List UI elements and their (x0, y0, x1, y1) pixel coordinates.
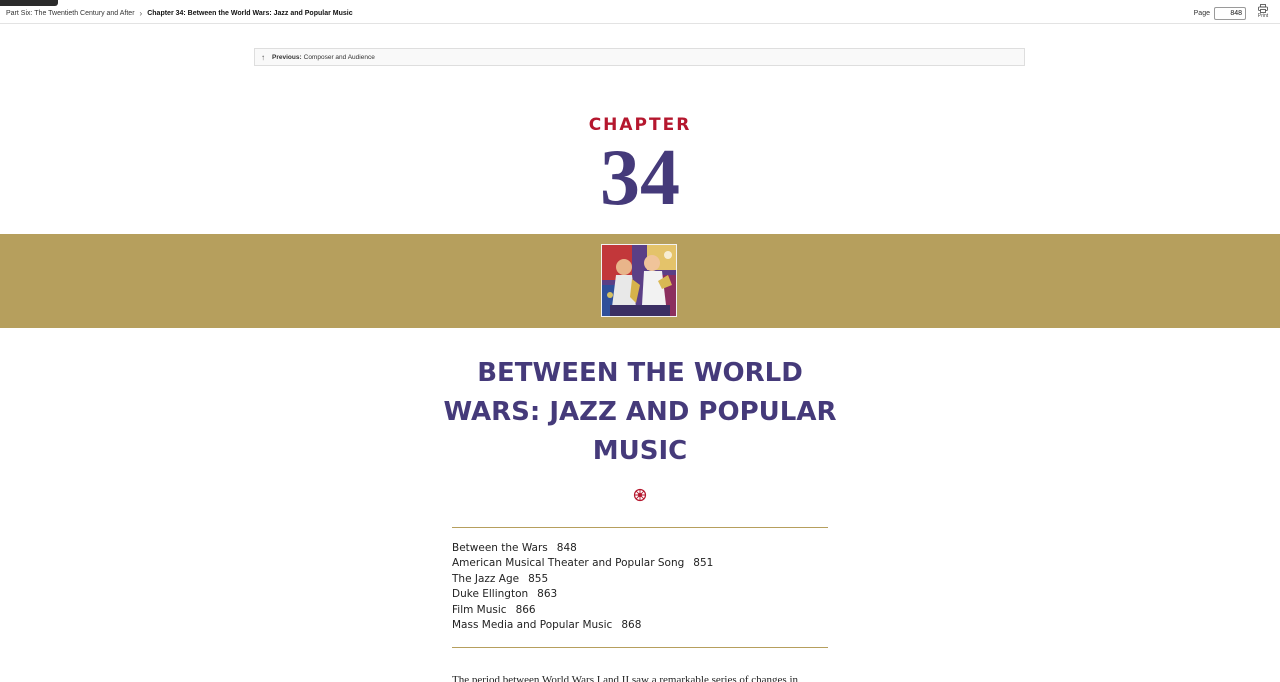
breadcrumb-separator: › (139, 9, 143, 18)
breadcrumb-current-chapter: Chapter 34: Between the World Wars: Jazz… (147, 10, 353, 17)
page-label: Page (1193, 9, 1210, 17)
previous-section-link[interactable]: ↑ Previous: Composer and Audience (254, 48, 1025, 66)
toc-item[interactable]: American Musical Theater and Popular Son… (452, 556, 832, 571)
breadcrumb-part-link[interactable]: Part Six: The Twentieth Century and Afte… (6, 8, 135, 20)
body-paragraph: The period between World Wars I and II s… (452, 674, 799, 682)
toc-item-title: The Jazz Age (452, 572, 520, 585)
toc-item[interactable]: Mass Media and Popular Music 868 (452, 618, 832, 633)
toc-item-page: 868 (621, 619, 642, 632)
previous-label: Previous: (272, 53, 302, 61)
chapter-title: BETWEEN THE WORLD WARS: JAZZ AND POPULAR… (443, 358, 837, 466)
toc-item-title: Between the Wars (452, 542, 548, 554)
print-button[interactable]: Print (1254, 4, 1272, 22)
divider-bottom (452, 647, 828, 648)
toc-item[interactable]: Duke Ellington 863 (452, 587, 832, 602)
toc-item-title: American Musical Theater and Popular Son… (452, 557, 685, 570)
page-navigation: Page (1194, 6, 1246, 20)
chapter-illustration (601, 244, 677, 317)
toc-item-title: Film Music (452, 603, 507, 616)
jazz-musicians-illustration (602, 245, 676, 316)
arrow-up-icon: ↑ (261, 52, 265, 62)
toc-item[interactable]: Between the Wars 848 (452, 541, 832, 556)
print-label: Print (1257, 13, 1269, 19)
page-number-input[interactable] (1214, 6, 1246, 20)
toc-item-page: 848 (556, 542, 577, 554)
chapter-number: 34 (600, 134, 680, 222)
ornament-icon (633, 488, 647, 502)
toc-item-page: 855 (528, 572, 549, 585)
printer-icon (1258, 4, 1268, 13)
toc-item-page: 866 (515, 603, 536, 616)
toc-item[interactable]: The Jazz Age 855 (452, 572, 832, 587)
page: Part Six: The Twentieth Century and Afte… (0, 0, 1280, 682)
toc-item-page: 863 (537, 588, 558, 601)
chapter-contents: Between the Wars 848 American Musical The… (452, 541, 832, 633)
previous-title: Composer and Audience (303, 53, 375, 61)
chapter-banner (0, 234, 1280, 328)
toc-item-title: Duke Ellington (452, 588, 529, 601)
toc-item-title: Mass Media and Popular Music (452, 619, 613, 632)
divider-top (452, 527, 828, 528)
breadcrumb: Part Six: The Twentieth Century and Afte… (6, 8, 353, 20)
toolbar-tab[interactable] (0, 0, 58, 6)
toc-item-page: 851 (693, 557, 714, 570)
toc-item[interactable]: Film Music 866 (452, 603, 832, 618)
top-bar: Part Six: The Twentieth Century and Afte… (0, 0, 1280, 24)
